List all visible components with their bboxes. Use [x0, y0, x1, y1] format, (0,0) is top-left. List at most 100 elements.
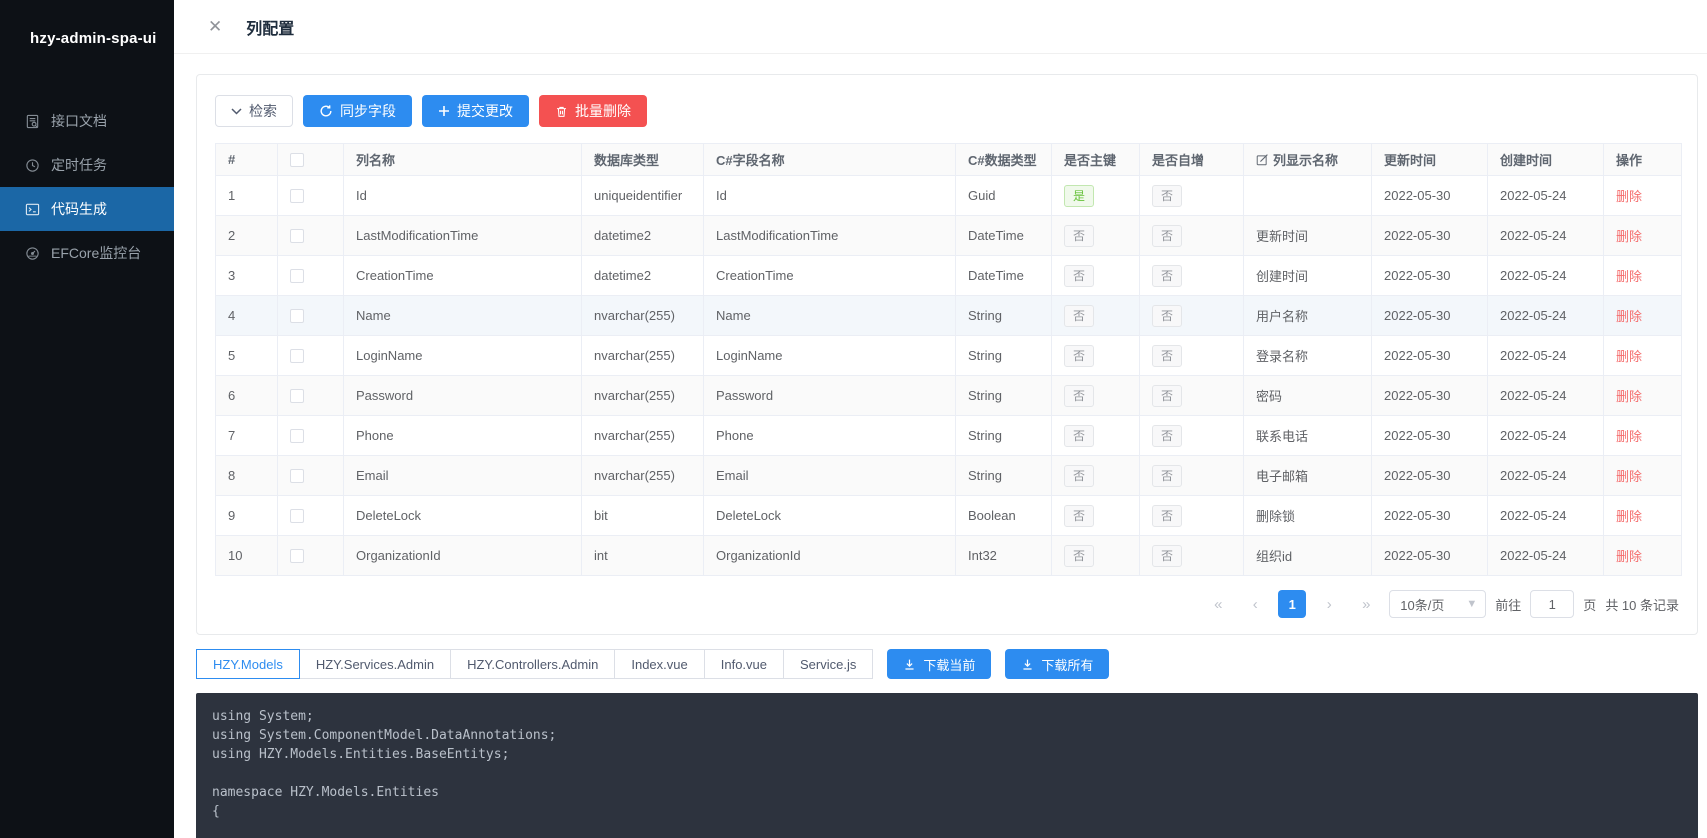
row-checkbox[interactable] [290, 389, 304, 403]
sidebar-item-dashboard[interactable]: EFCore监控台 [0, 231, 174, 275]
cell-column-name: OrganizationId [344, 536, 582, 576]
row-checkbox[interactable] [290, 549, 304, 563]
tab-hzy-services-admin[interactable]: HZY.Services.Admin [299, 649, 451, 679]
trash-icon [555, 105, 568, 118]
cell-is-pk: 否 [1052, 336, 1140, 376]
table-header-row: # 列名称 数据库类型 C#字段名称 C#数据类型 是否主键 是否自增 [216, 144, 1682, 176]
sidebar-item-label: 定时任务 [51, 155, 107, 175]
cell-actions: 删除 [1604, 416, 1682, 456]
delete-row-link[interactable]: 删除 [1616, 229, 1642, 244]
cell-updated: 2022-05-30 [1372, 496, 1488, 536]
tab-hzy-controllers-admin[interactable]: HZY.Controllers.Admin [450, 649, 615, 679]
batch-delete-button[interactable]: 批量删除 [539, 95, 647, 127]
row-checkbox[interactable] [290, 429, 304, 443]
goto-page-input[interactable] [1530, 590, 1574, 618]
cell-select [278, 216, 344, 256]
row-checkbox[interactable] [290, 349, 304, 363]
table-row: 7Phonenvarchar(255)PhoneString否否联系电话2022… [216, 416, 1682, 456]
delete-row-link[interactable]: 删除 [1616, 429, 1642, 444]
cell-is-pk: 否 [1052, 416, 1140, 456]
cell-created: 2022-05-24 [1488, 256, 1604, 296]
delete-row-link[interactable]: 删除 [1616, 269, 1642, 284]
row-checkbox[interactable] [290, 469, 304, 483]
batch-delete-label: 批量删除 [575, 101, 631, 121]
cell-index: 6 [216, 376, 278, 416]
row-checkbox[interactable] [290, 229, 304, 243]
pagination-prev-button[interactable]: ‹ [1241, 590, 1269, 618]
download-icon [1021, 658, 1034, 671]
cell-column-name: CreationTime [344, 256, 582, 296]
cell-display-name[interactable]: 电子邮箱 [1244, 456, 1372, 496]
tab-hzy-models[interactable]: HZY.Models [196, 649, 300, 679]
cell-updated: 2022-05-30 [1372, 536, 1488, 576]
edit-icon [1256, 153, 1269, 166]
cell-display-name[interactable]: 用户名称 [1244, 296, 1372, 336]
pagination-first-button[interactable]: « [1204, 590, 1232, 618]
search-toggle-button[interactable]: 检索 [215, 95, 293, 127]
cell-column-name: LastModificationTime [344, 216, 582, 256]
col-header-updated: 更新时间 [1372, 144, 1488, 176]
page-size-select[interactable]: 10条/页 ▼ [1389, 590, 1486, 618]
table-row: 2LastModificationTimedatetime2LastModifi… [216, 216, 1682, 256]
submit-changes-button[interactable]: 提交更改 [422, 95, 529, 127]
tab-index-vue[interactable]: Index.vue [614, 649, 704, 679]
select-all-checkbox[interactable] [290, 153, 304, 167]
cell-created: 2022-05-24 [1488, 296, 1604, 336]
cell-display-name[interactable]: 联系电话 [1244, 416, 1372, 456]
is-auto-increment-tag: 否 [1152, 545, 1182, 567]
row-checkbox[interactable] [290, 509, 304, 523]
sync-fields-button[interactable]: 同步字段 [303, 95, 412, 127]
cell-column-name: Name [344, 296, 582, 336]
row-checkbox[interactable] [290, 309, 304, 323]
generated-code-block: using System;using System.ComponentModel… [196, 693, 1698, 838]
cell-display-name[interactable]: 删除锁 [1244, 496, 1372, 536]
row-checkbox[interactable] [290, 269, 304, 283]
is-primary-key-tag: 否 [1064, 305, 1094, 327]
cell-display-name[interactable] [1244, 176, 1372, 216]
download-all-button[interactable]: 下载所有 [1005, 649, 1109, 679]
cell-actions: 删除 [1604, 376, 1682, 416]
cell-is-incr: 否 [1140, 536, 1244, 576]
cell-display-name[interactable]: 创建时间 [1244, 256, 1372, 296]
cell-is-pk: 是 [1052, 176, 1140, 216]
delete-row-link[interactable]: 删除 [1616, 349, 1642, 364]
cell-select [278, 296, 344, 336]
cell-cs-data-type: String [956, 376, 1052, 416]
pagination-next-button[interactable]: › [1315, 590, 1343, 618]
cell-column-name: DeleteLock [344, 496, 582, 536]
cell-is-incr: 否 [1140, 216, 1244, 256]
app-root: hzy-admin-spa-ui 接口文档定时任务代码生成EFCore监控台 ✕… [0, 0, 1707, 838]
pagination-last-button[interactable]: » [1352, 590, 1380, 618]
sidebar-item-api-doc[interactable]: 接口文档 [0, 99, 174, 143]
delete-row-link[interactable]: 删除 [1616, 509, 1642, 524]
cell-is-pk: 否 [1052, 536, 1140, 576]
delete-row-link[interactable]: 删除 [1616, 389, 1642, 404]
cell-display-name[interactable]: 更新时间 [1244, 216, 1372, 256]
row-checkbox[interactable] [290, 189, 304, 203]
delete-row-link[interactable]: 删除 [1616, 189, 1642, 204]
delete-row-link[interactable]: 删除 [1616, 309, 1642, 324]
cell-display-name[interactable]: 组织id [1244, 536, 1372, 576]
cell-display-name[interactable]: 登录名称 [1244, 336, 1372, 376]
is-primary-key-tag: 否 [1064, 425, 1094, 447]
download-current-button[interactable]: 下载当前 [887, 649, 991, 679]
cell-cs-data-type: Int32 [956, 536, 1052, 576]
delete-row-link[interactable]: 删除 [1616, 469, 1642, 484]
cell-is-pk: 否 [1052, 496, 1140, 536]
drawer-panel: ✕ 列配置 检索 同步字段 提交更改 [174, 0, 1707, 838]
sidebar-item-terminal[interactable]: 代码生成 [0, 187, 174, 231]
tab-service-js[interactable]: Service.js [783, 649, 873, 679]
cell-display-name[interactable]: 密码 [1244, 376, 1372, 416]
cell-db-type: nvarchar(255) [582, 336, 704, 376]
tab-info-vue[interactable]: Info.vue [704, 649, 784, 679]
sidebar-item-clock[interactable]: 定时任务 [0, 143, 174, 187]
col-header-actions: 操作 [1604, 144, 1682, 176]
cell-select [278, 416, 344, 456]
delete-row-link[interactable]: 删除 [1616, 549, 1642, 564]
is-auto-increment-tag: 否 [1152, 265, 1182, 287]
cell-db-type: nvarchar(255) [582, 376, 704, 416]
is-auto-increment-tag: 否 [1152, 505, 1182, 527]
is-auto-increment-tag: 否 [1152, 425, 1182, 447]
close-icon[interactable]: ✕ [208, 18, 222, 35]
pagination-page-1[interactable]: 1 [1278, 590, 1306, 618]
